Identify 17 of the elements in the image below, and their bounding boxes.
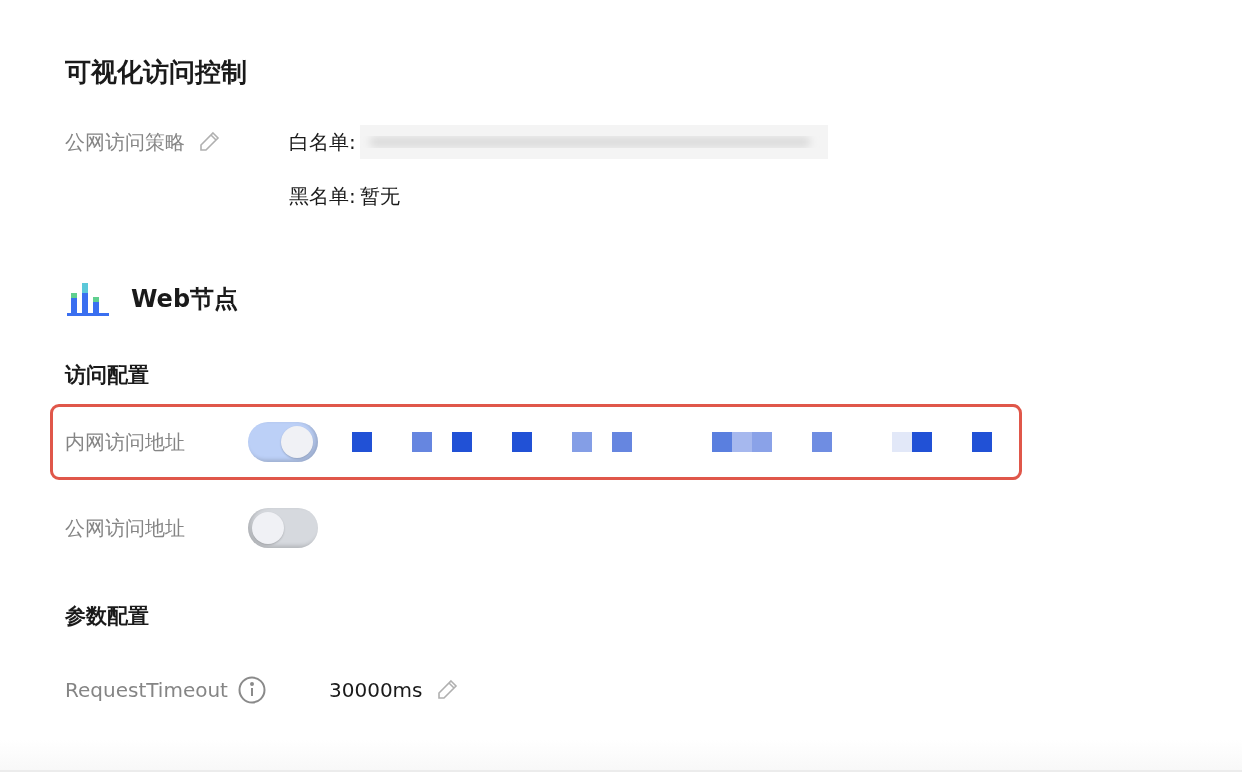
field-label: 公网访问地址 — [65, 514, 186, 542]
whitelist-label: 白名单: — [289, 128, 356, 156]
field-label: RequestTimeout — [65, 678, 228, 702]
blacklist-label: 黑名单: — [289, 182, 356, 210]
bar-chart-icon — [65, 281, 109, 317]
blacklist-value: 暂无 — [359, 182, 400, 210]
info-icon[interactable] — [237, 676, 266, 704]
section-title: Web节点 — [131, 284, 239, 315]
subsection-title: 访问配置 — [65, 362, 150, 389]
field-label: 内网访问地址 — [65, 428, 186, 456]
toggle-switch[interactable] — [248, 422, 318, 462]
field-value: 30000ms — [329, 678, 423, 702]
toggle-switch[interactable] — [248, 508, 318, 548]
field-label: 公网访问策略 — [65, 128, 185, 156]
page-title: 可视化访问控制 — [65, 56, 248, 89]
edit-icon[interactable] — [197, 130, 221, 154]
subsection-title: 参数配置 — [65, 603, 150, 630]
